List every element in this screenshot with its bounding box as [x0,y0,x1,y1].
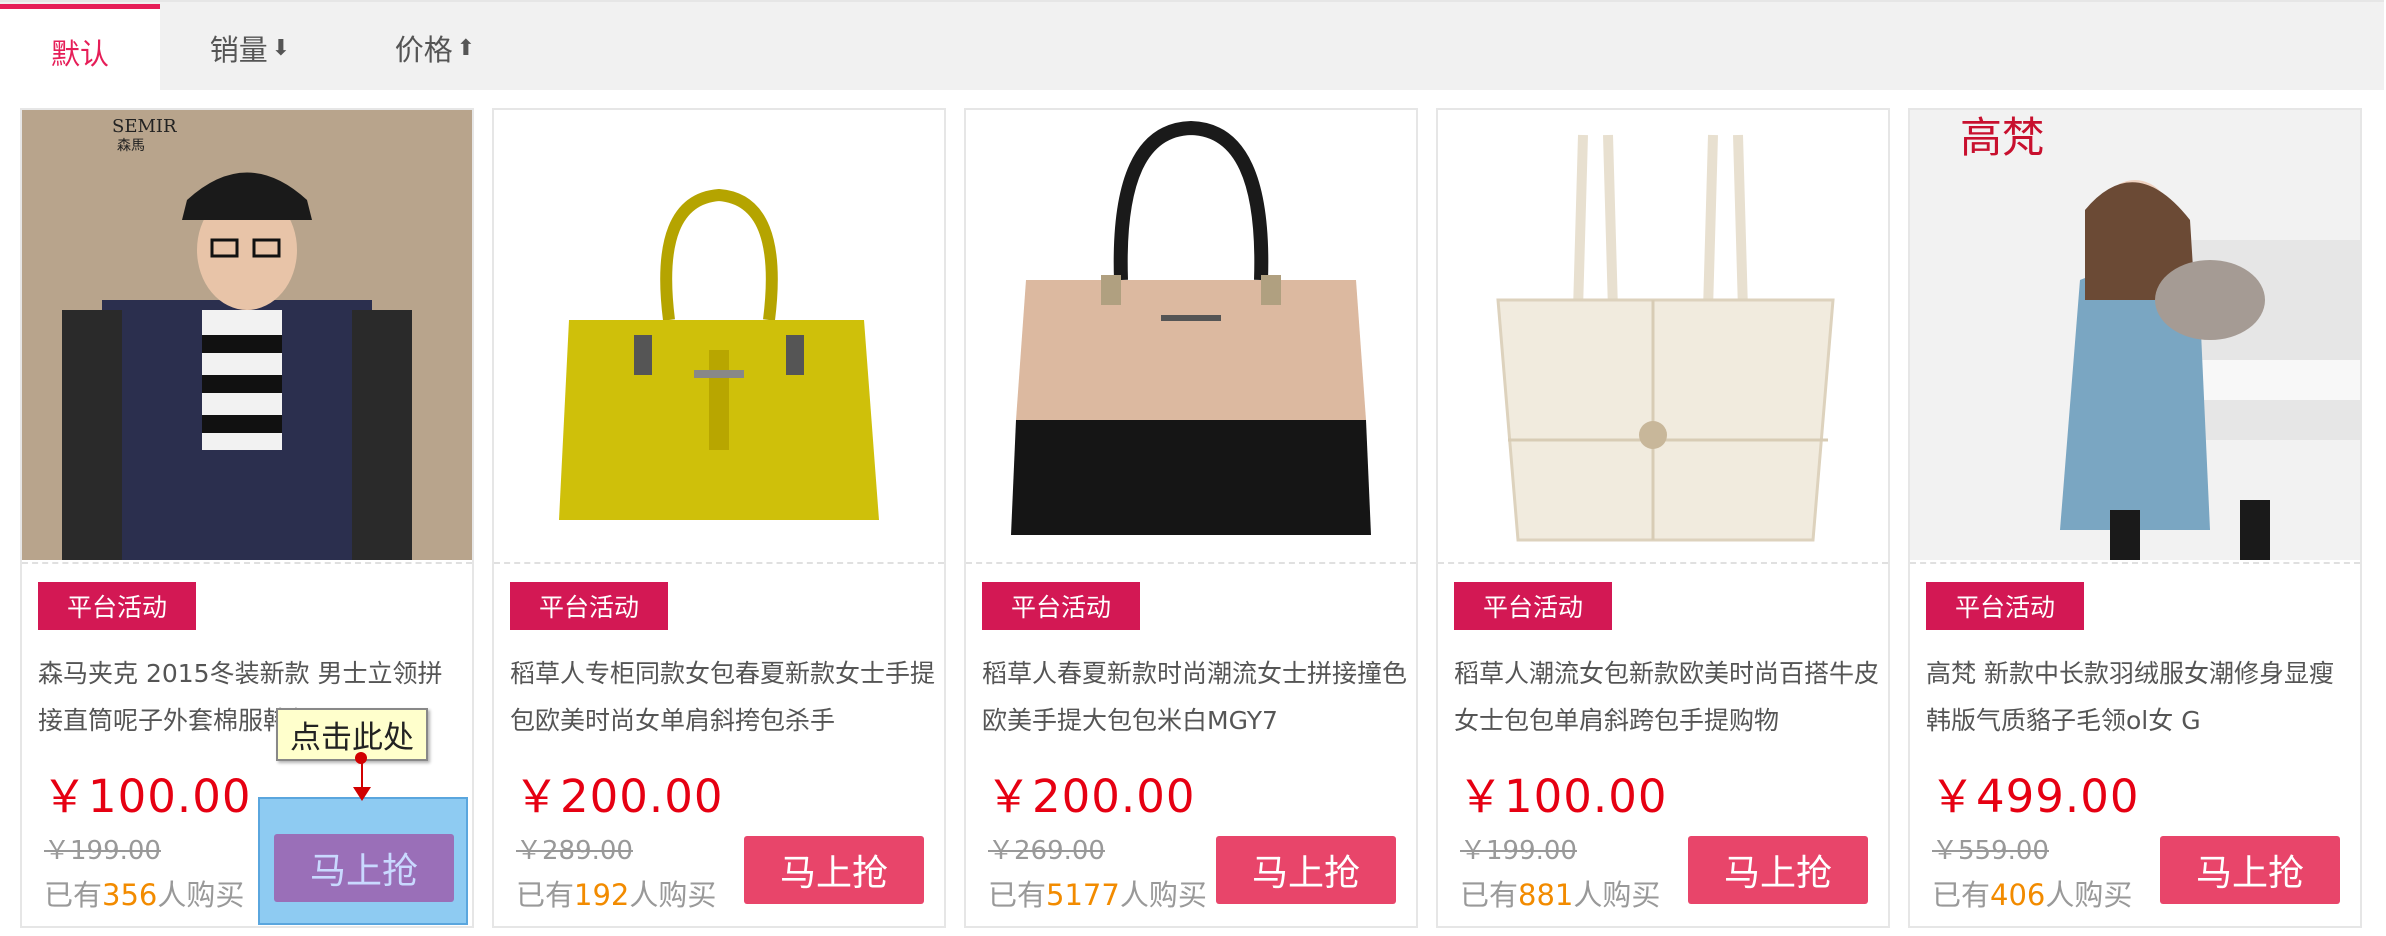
product-image[interactable] [1438,110,1888,564]
sort-tab-sales[interactable]: 销量 ⬇ [190,6,310,90]
promo-badge: 平台活动 [1454,582,1612,630]
sold-count: 已有356人购买 [44,872,244,914]
svg-text:森馬: 森馬 [117,138,145,154]
product-image[interactable]: 高梵 [1910,110,2360,564]
arrow-up-icon: ⬆ [456,35,476,61]
sort-tab-default[interactable]: 默认 [0,4,160,95]
sort-bar: 默认 销量 ⬇ 价格 ⬆ [0,0,2384,95]
original-price: ￥199.00 [44,836,161,866]
sold-prefix: 已有 [516,878,575,912]
sold-suffix: 人购买 [1119,878,1207,912]
sold-count: 已有406人购买 [1932,872,2132,914]
product-price: ￥100.00 [42,770,252,823]
sold-count: 已有5177人购买 [988,872,1207,914]
product-card[interactable]: 平台活动 稻草人潮流女包新款欧美时尚百搭牛皮女士包包单肩斜跨包手提购物 ￥100… [1436,108,1890,928]
product-card[interactable]: 高梵 平台活动 高梵 新款中长款羽绒服女潮修身显瘦韩版气质貉子毛领ol女 G ￥… [1908,108,2362,928]
click-here-tooltip: 点击此处 [276,708,428,761]
promo-badge: 平台活动 [510,582,668,630]
buy-now-button[interactable]: 马上抢 [1688,836,1868,904]
sold-suffix: 人购买 [2045,878,2133,912]
sort-tab-sales-label: 销量 [209,33,268,67]
sold-suffix: 人购买 [1573,878,1661,912]
sold-prefix: 已有 [1460,878,1519,912]
original-price: ￥269.00 [988,836,1105,866]
buy-now-button[interactable]: 马上抢 [2160,836,2340,904]
sold-suffix: 人购买 [629,878,717,912]
sold-prefix: 已有 [44,878,103,912]
sold-count: 已有881人购买 [1460,872,1660,914]
sold-number: 5177 [1046,878,1120,912]
pointer-line [361,760,363,790]
sold-prefix: 已有 [988,878,1047,912]
promo-badge: 平台活动 [982,582,1140,630]
product-title[interactable]: 稻草人春夏新款时尚潮流女士拼接撞色欧美手提大包包米白MGY7 [982,650,1410,744]
sold-prefix: 已有 [1932,878,1991,912]
svg-text:SEMIR: SEMIR [112,116,177,137]
product-price: ￥200.00 [986,770,1196,823]
sold-number: 356 [102,878,158,912]
product-price: ￥499.00 [1930,770,2140,823]
sold-number: 406 [1990,878,2046,912]
sort-tab-default-label: 默认 [50,37,109,71]
product-title[interactable]: 高梵 新款中长款羽绒服女潮修身显瘦韩版气质貉子毛领ol女 G [1926,650,2354,744]
arrow-down-icon: ⬇ [271,35,291,61]
original-price: ￥289.00 [516,836,633,866]
buy-now-button[interactable]: 马上抢 [744,836,924,904]
sold-number: 881 [1518,878,1574,912]
product-card[interactable]: 平台活动 稻草人专柜同款女包春夏新款女士手提包欧美时尚女单肩斜挎包杀手 ￥200… [492,108,946,928]
brand-logo-text: 高梵 [1960,113,2044,162]
pointer-dot [355,752,367,764]
product-list-page: 默认 销量 ⬇ 价格 ⬆ SEMIR 森馬 平台活动 森马夹克 2015冬装新款… [0,0,2386,936]
buy-now-button[interactable]: 马上抢 [1216,836,1396,904]
product-price: ￥200.00 [514,770,724,823]
product-image[interactable] [966,110,1416,564]
product-image[interactable] [494,110,944,564]
product-image[interactable]: SEMIR 森馬 [22,110,472,564]
product-title[interactable]: 稻草人专柜同款女包春夏新款女士手提包欧美时尚女单肩斜挎包杀手 [510,650,938,744]
promo-badge: 平台活动 [1926,582,2084,630]
promo-badge: 平台活动 [38,582,196,630]
sold-suffix: 人购买 [157,878,245,912]
sold-number: 192 [574,878,630,912]
original-price: ￥199.00 [1460,836,1577,866]
original-price: ￥559.00 [1932,836,2049,866]
product-card[interactable]: 平台活动 稻草人春夏新款时尚潮流女士拼接撞色欧美手提大包包米白MGY7 ￥200… [964,108,1418,928]
buy-now-button[interactable]: 马上抢 [274,834,454,902]
product-price: ￥100.00 [1458,770,1668,823]
sort-tab-price-label: 价格 [394,33,453,67]
sort-tab-price[interactable]: 价格 ⬆ [370,6,500,90]
sold-count: 已有192人购买 [516,872,716,914]
product-title[interactable]: 稻草人潮流女包新款欧美时尚百搭牛皮女士包包单肩斜跨包手提购物 [1454,650,1882,744]
pointer-arrow-icon [353,787,371,801]
